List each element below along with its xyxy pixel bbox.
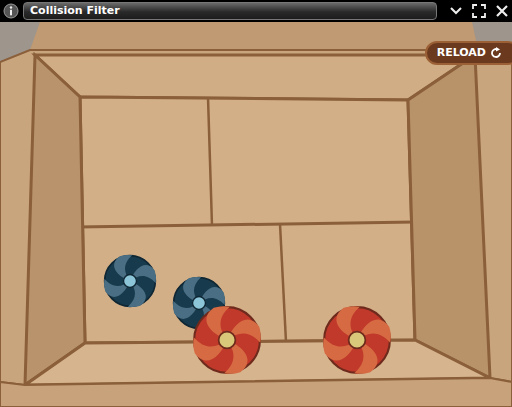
reload-button[interactable]: RELOAD (425, 41, 512, 65)
chevron-down-icon[interactable] (449, 4, 463, 18)
info-icon[interactable] (3, 3, 19, 19)
expand-icon[interactable] (472, 4, 486, 18)
red-ball[interactable] (322, 305, 392, 375)
close-icon[interactable] (495, 4, 509, 18)
game-canvas: RELOAD (0, 22, 512, 407)
red-ball[interactable] (192, 305, 262, 375)
title-bar: Collision Filter (0, 0, 512, 22)
app-window: Collision Filter RELOAD (0, 0, 512, 407)
window-title: Collision Filter (23, 2, 437, 20)
reload-icon (490, 47, 502, 59)
blue-ball[interactable] (103, 254, 157, 308)
